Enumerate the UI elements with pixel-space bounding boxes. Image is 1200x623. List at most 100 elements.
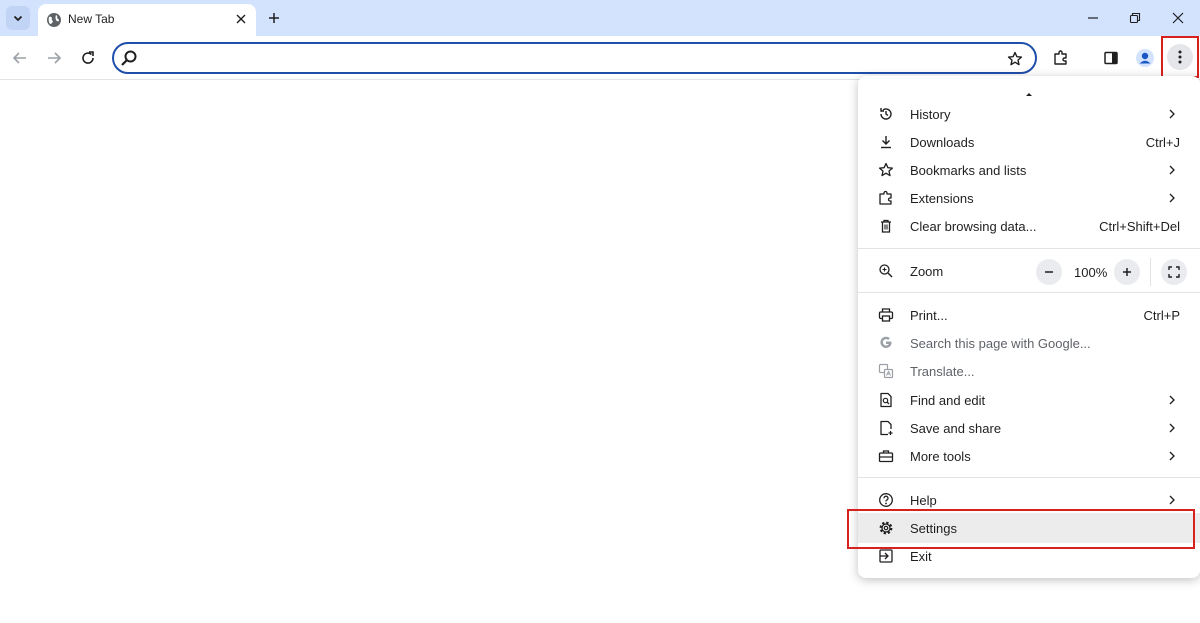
- puzzle-icon: [1054, 50, 1067, 65]
- bookmark-star-button[interactable]: [1004, 48, 1026, 70]
- back-button[interactable]: [6, 44, 34, 72]
- zoom-divider: [1150, 258, 1151, 286]
- more-vertical-icon: [1178, 50, 1182, 64]
- fullscreen-button[interactable]: [1161, 259, 1187, 285]
- title-bar: New Tab: [0, 0, 1200, 36]
- chevron-right-icon: [1169, 451, 1175, 461]
- menu-item-shortcut: Ctrl+J: [1145, 135, 1180, 150]
- zoom-out-button[interactable]: [1036, 259, 1062, 285]
- reload-icon: [82, 51, 94, 64]
- toolbox-icon: [878, 450, 894, 463]
- zoom-icon: [879, 264, 893, 278]
- menu-item-search-with-google[interactable]: Search this page with Google...: [858, 329, 1200, 357]
- chevron-right-icon: [1169, 423, 1175, 433]
- help-icon: [879, 493, 893, 507]
- close-icon: [236, 14, 246, 24]
- save-share-icon: [880, 420, 893, 436]
- menu-divider: [858, 477, 1200, 478]
- menu-item-downloads[interactable]: Downloads Ctrl+J: [858, 128, 1200, 156]
- printer-icon: [878, 308, 894, 322]
- minimize-button[interactable]: [1080, 6, 1106, 30]
- scroll-up-caret-icon: [1026, 93, 1032, 96]
- zoom-value: 100%: [1074, 265, 1108, 280]
- download-icon: [881, 136, 891, 149]
- search-icon: [121, 50, 137, 66]
- star-icon: [1007, 51, 1023, 66]
- zoom-in-button[interactable]: [1114, 259, 1140, 285]
- toolbar: [0, 36, 1200, 80]
- forward-button[interactable]: [40, 44, 68, 72]
- forward-arrow-icon: [48, 52, 62, 64]
- reload-button[interactable]: [74, 44, 102, 72]
- menu-item-label: More tools: [910, 449, 971, 464]
- menu-item-label: Find and edit: [910, 393, 986, 408]
- find-in-page-icon: [880, 392, 892, 408]
- chevron-right-icon: [1169, 495, 1175, 505]
- menu-item-label: Help: [910, 493, 937, 508]
- plus-icon: [269, 13, 279, 23]
- chevron-right-icon: [1169, 165, 1175, 175]
- menu-item-label: Save and share: [910, 421, 1002, 436]
- menu-button[interactable]: [1167, 44, 1193, 70]
- extensions-button[interactable]: [1047, 44, 1075, 72]
- menu-item-extensions[interactable]: Extensions: [858, 184, 1200, 212]
- chevron-right-icon: [1169, 395, 1175, 405]
- settings-highlight-box: [847, 509, 1195, 549]
- star-icon: [878, 162, 894, 177]
- back-arrow-icon: [12, 52, 26, 64]
- chevron-right-icon: [1169, 109, 1175, 119]
- chevron-down-icon: [13, 15, 23, 22]
- menu-divider: [858, 292, 1200, 293]
- menu-item-save-and-share[interactable]: Save and share: [858, 414, 1200, 442]
- main-menu: History Downloads Ctrl+J Bookmarks and l…: [858, 76, 1200, 578]
- side-panel-button[interactable]: [1097, 44, 1125, 72]
- history-icon: [880, 108, 892, 120]
- menu-item-more-tools[interactable]: More tools: [858, 442, 1200, 470]
- menu-divider: [858, 248, 1200, 249]
- address-bar[interactable]: [112, 42, 1037, 74]
- tab-close-button[interactable]: [232, 10, 250, 28]
- menu-item-label: Clear browsing data...: [910, 219, 1037, 234]
- avatar-icon: [1136, 49, 1154, 67]
- exit-icon: [879, 549, 893, 563]
- menu-item-label: History: [910, 107, 951, 122]
- globe-icon: [47, 13, 61, 27]
- menu-item-label: Search this page with Google...: [910, 336, 1091, 351]
- minus-icon: [1045, 271, 1053, 273]
- menu-item-translate[interactable]: Translate...: [858, 357, 1200, 385]
- menu-item-bookmarks[interactable]: Bookmarks and lists: [858, 156, 1200, 184]
- menu-item-clear-browsing-data[interactable]: Clear browsing data... Ctrl+Shift+Del: [858, 212, 1200, 240]
- menu-item-label: Translate...: [910, 364, 975, 379]
- close-icon: [1172, 12, 1184, 24]
- tab-new-tab[interactable]: New Tab: [38, 4, 256, 36]
- trash-icon: [881, 219, 891, 233]
- tab-title: New Tab: [68, 12, 115, 26]
- plus-icon: [1123, 268, 1131, 276]
- minimize-icon: [1088, 17, 1098, 19]
- menu-item-label: Print...: [910, 308, 948, 323]
- fullscreen-icon: [1168, 266, 1180, 278]
- menu-item-label: Downloads: [910, 135, 975, 150]
- menu-item-history[interactable]: History: [858, 100, 1200, 128]
- puzzle-icon: [879, 190, 892, 205]
- google-g-icon: [880, 336, 892, 348]
- menu-item-label: Extensions: [910, 191, 974, 206]
- chevron-right-icon: [1169, 193, 1175, 203]
- side-panel-icon: [1104, 51, 1118, 65]
- menu-button-highlight: [1161, 36, 1199, 78]
- close-window-button[interactable]: [1165, 6, 1191, 30]
- menu-item-shortcut: Ctrl+Shift+Del: [1099, 219, 1180, 234]
- menu-item-print[interactable]: Print... Ctrl+P: [858, 301, 1200, 329]
- address-input[interactable]: [144, 48, 994, 68]
- translate-icon: [878, 363, 894, 379]
- profile-button[interactable]: [1131, 44, 1159, 72]
- new-tab-button[interactable]: [263, 7, 285, 29]
- menu-item-label: Exit: [910, 549, 932, 564]
- menu-item-find-and-edit[interactable]: Find and edit: [858, 386, 1200, 414]
- menu-item-label: Bookmarks and lists: [910, 163, 1027, 178]
- menu-item-shortcut: Ctrl+P: [1143, 308, 1180, 323]
- restore-button[interactable]: [1122, 6, 1148, 30]
- zoom-label: Zoom: [910, 264, 944, 279]
- tab-search-button[interactable]: [6, 6, 30, 30]
- restore-icon: [1129, 12, 1141, 24]
